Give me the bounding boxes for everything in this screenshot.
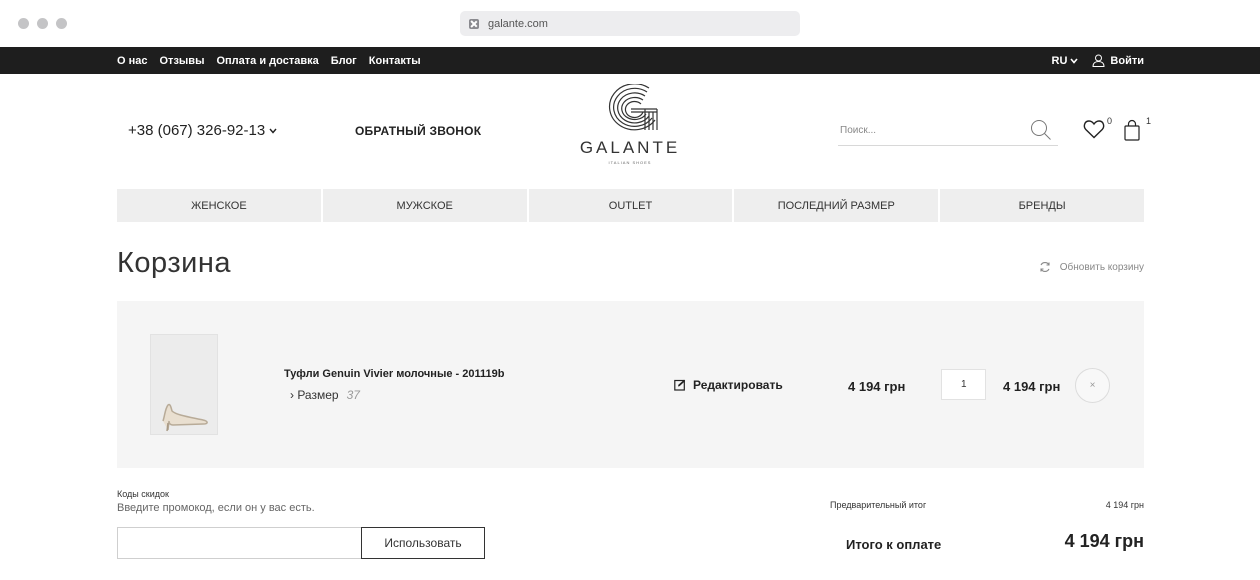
search-icon[interactable] [1030, 119, 1052, 141]
promo-code-input[interactable] [117, 527, 362, 559]
callback-link[interactable]: ОБРАТНЫЙ ЗВОНОК [355, 124, 481, 138]
top-nav-contacts[interactable]: Контакты [369, 55, 421, 67]
close-icon: × [1089, 380, 1096, 391]
category-men[interactable]: МУЖСКОЕ [322, 189, 527, 222]
wishlist-count: 0 [1107, 116, 1113, 126]
browser-chrome: galante.com [0, 0, 1260, 47]
window-controls [18, 18, 67, 29]
apply-promo-button[interactable]: Использовать [361, 527, 485, 559]
product-shoe-image [162, 403, 208, 432]
edit-item-label: Редактировать [693, 378, 783, 392]
top-right-controls: RU Войти [1052, 47, 1144, 74]
wishlist-button[interactable]: 0 [1083, 116, 1112, 144]
chevron-down-icon [269, 128, 277, 134]
shopping-bag-icon [1124, 119, 1140, 141]
promo-title: Коды скидок [117, 489, 169, 499]
subtotal-value: 4 194 грн [1105, 500, 1144, 510]
product-thumbnail[interactable] [150, 334, 218, 435]
search-box [838, 116, 1058, 146]
logo-tagline: ITALIAN SHOES [608, 160, 652, 165]
page-title: Корзина [117, 247, 231, 279]
galante-logo[interactable]: GALANTE ITALIAN SHOES [568, 84, 692, 176]
product-size-value: 37 [346, 388, 360, 402]
address-bar[interactable]: galante.com [460, 11, 800, 36]
phone-label: +38 (067) 326-92-13 [128, 122, 266, 139]
address-bar-url: galante.com [488, 17, 548, 30]
close-window-dot[interactable] [18, 18, 29, 29]
category-outlet[interactable]: OUTLET [528, 189, 733, 222]
logo-wordmark: GALANTE [579, 138, 681, 157]
site-favicon-icon [469, 18, 479, 29]
refresh-cart-link[interactable]: Обновить корзину [1039, 261, 1144, 273]
quantity-input[interactable] [941, 369, 986, 400]
language-label: RU [1051, 54, 1068, 67]
category-nav: ЖЕНСКОЕ МУЖСКОЕ OUTLET ПОСЛЕДНИЙ РАЗМЕР … [117, 189, 1144, 222]
maximize-window-dot[interactable] [56, 18, 67, 29]
category-women[interactable]: ЖЕНСКОЕ [117, 189, 321, 222]
login-label: Войти [1110, 54, 1144, 67]
edit-item-button[interactable]: Редактировать [674, 378, 783, 392]
minimize-window-dot[interactable] [37, 18, 48, 29]
promo-description: Введите промокод, если он у вас есть. [117, 502, 315, 514]
refresh-cart-label: Обновить корзину [1059, 261, 1144, 273]
user-icon [1092, 54, 1105, 67]
top-nav-blog[interactable]: Блог [331, 55, 357, 67]
language-selector[interactable]: RU [1052, 55, 1079, 67]
search-input[interactable] [838, 116, 1018, 144]
top-bar: О нас Отзывы Оплата и доставка Блог Конт… [0, 47, 1260, 74]
top-nav-about[interactable]: О нас [117, 55, 148, 67]
product-name[interactable]: Туфли Genuin Vivier молочные - 201119b [284, 368, 504, 380]
product-size: › Размер 37 [290, 388, 360, 402]
phone-number[interactable]: +38 (067) 326-92-13 [128, 122, 277, 139]
galante-logo-mark-icon [609, 84, 658, 131]
product-size-label: › Размер [290, 388, 339, 402]
grand-total-value: 4 194 грн [1064, 531, 1144, 551]
cart-count: 1 [1146, 116, 1152, 126]
item-total: 4 194 грн [1003, 379, 1061, 394]
refresh-icon [1040, 262, 1050, 272]
subtotal-label: Предварительный итог [830, 500, 927, 510]
top-nav: О нас Отзывы Оплата и доставка Блог Конт… [117, 47, 421, 74]
cart-button[interactable]: 1 [1124, 116, 1151, 146]
remove-item-button[interactable]: × [1075, 368, 1110, 403]
category-last-size[interactable]: ПОСЛЕДНИЙ РАЗМЕР [734, 189, 939, 222]
chevron-down-icon [1070, 57, 1079, 64]
grand-total-label: Итого к оплате [846, 537, 942, 552]
top-nav-payment-delivery[interactable]: Оплата и доставка [216, 55, 318, 67]
edit-icon [674, 379, 686, 391]
category-brands[interactable]: БРЕНДЫ [940, 189, 1144, 222]
heart-icon [1083, 120, 1105, 139]
cart-item-row: Туфли Genuin Vivier молочные - 201119b ›… [117, 301, 1144, 468]
login-link[interactable]: Войти [1092, 54, 1144, 67]
item-price: 4 194 грн [848, 379, 906, 394]
top-nav-reviews[interactable]: Отзывы [160, 55, 205, 67]
